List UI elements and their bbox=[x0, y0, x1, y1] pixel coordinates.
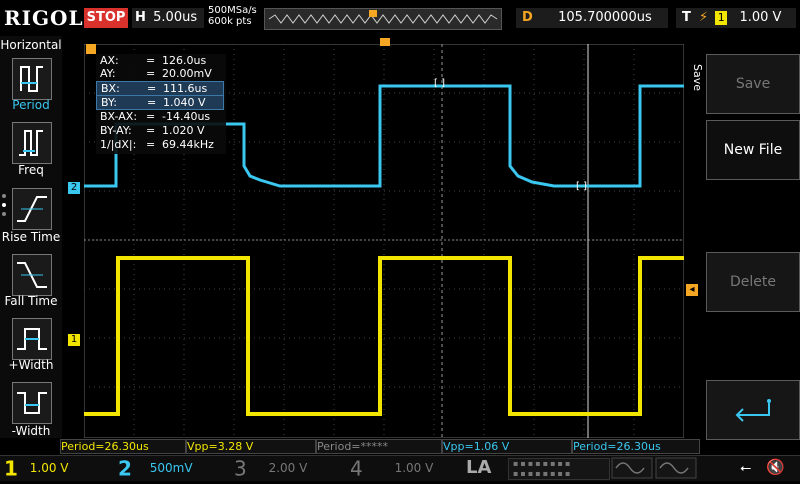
fall-time-label: Fall Time bbox=[4, 294, 58, 308]
cursor-a-marker: [ ] bbox=[576, 181, 587, 192]
timebase-value: 5.00us bbox=[153, 10, 198, 25]
horizontal-center-marker bbox=[380, 38, 390, 46]
ch4-scale: 1.00 V bbox=[394, 461, 434, 475]
freq-label: Freq bbox=[18, 163, 44, 177]
delay-display[interactable]: D 105.700000us bbox=[516, 8, 668, 28]
ch2-number: 2 bbox=[118, 456, 132, 481]
measure-period-invalid[interactable]: Period=***** bbox=[316, 439, 442, 454]
rise-time-button[interactable] bbox=[12, 188, 52, 230]
ch1-scale: 1.00 V bbox=[29, 461, 69, 475]
usb-icon: ⭠ bbox=[740, 460, 752, 476]
acquisition-info: 500MSa/s 600k pts bbox=[208, 5, 257, 27]
memory-overview-strip[interactable] bbox=[264, 8, 502, 30]
period-label: Period bbox=[12, 98, 50, 112]
fall-time-icon bbox=[17, 262, 47, 288]
sine-wave-icon bbox=[611, 457, 697, 479]
sample-rate: 500MSa/s bbox=[208, 5, 257, 16]
rise-time-label: Rise Time bbox=[1, 230, 61, 244]
cursor-row-by: BY: = 1.040 V bbox=[96, 95, 224, 110]
delete-button[interactable]: Delete bbox=[706, 252, 800, 312]
positive-width-button[interactable] bbox=[12, 318, 52, 360]
ch1-settings[interactable]: 1 1.00 V bbox=[4, 456, 114, 481]
negative-width-label: -Width bbox=[11, 424, 51, 438]
fall-time-button[interactable] bbox=[12, 254, 52, 296]
cursor-readout-panel: AX: = 126.0us AY: = 20.00mV BX: = 111.6us BY: =… bbox=[96, 54, 226, 154]
menu-page-indicator bbox=[2, 194, 8, 234]
memory-waveform-icon bbox=[268, 10, 498, 24]
trigger-position-marker[interactable] bbox=[86, 44, 96, 54]
trigger-level-marker[interactable]: ◂ bbox=[686, 284, 698, 296]
cursor-row-ay: AY: = 20.00mV bbox=[100, 67, 212, 80]
memory-depth: 600k pts bbox=[208, 16, 252, 27]
positive-width-label: +Width bbox=[8, 358, 54, 372]
ch4-number: 4 bbox=[350, 456, 363, 481]
menu-section-label: Save bbox=[691, 64, 704, 92]
timebase-display[interactable]: H 5.00us bbox=[132, 8, 204, 28]
ch3-number: 3 bbox=[234, 456, 247, 481]
ch3-settings[interactable]: 3 2.00 V bbox=[234, 456, 344, 481]
ch4-settings[interactable]: 4 1.00 V bbox=[350, 456, 460, 481]
measure-ch1-period[interactable]: Period=26.30us bbox=[60, 439, 186, 454]
speaker-mute-icon[interactable]: 🔇 bbox=[766, 458, 785, 476]
measure-ch2-vpp[interactable]: Vpp=1.06 V bbox=[442, 439, 572, 454]
run-stop-button[interactable]: STOP bbox=[84, 8, 128, 28]
ch2-offset-marker[interactable]: 2 bbox=[68, 182, 80, 194]
measure-ch1-vpp[interactable]: Vpp=3.28 V bbox=[186, 439, 316, 454]
menu-title: Horizontal bbox=[0, 38, 62, 52]
negative-width-button[interactable] bbox=[12, 382, 52, 424]
trigger-key: T bbox=[682, 10, 691, 25]
ch3-scale: 2.00 V bbox=[268, 461, 308, 475]
cursor-row-bx-ax: BX-AX: = -14.40us bbox=[100, 110, 211, 123]
new-file-button[interactable]: New File bbox=[706, 120, 800, 180]
return-button[interactable] bbox=[706, 380, 800, 440]
math-waveform-icons[interactable] bbox=[610, 456, 700, 480]
cursor-row-inv-dx: 1/|dX|: = 69.44kHz bbox=[100, 138, 214, 151]
timebase-key: H bbox=[135, 10, 146, 25]
frequency-icon bbox=[19, 130, 43, 156]
logic-analyzer-button[interactable]: LA bbox=[466, 456, 506, 480]
delay-key: D bbox=[522, 10, 533, 25]
freq-button[interactable] bbox=[12, 122, 52, 164]
ch2-settings[interactable]: 2 500mV bbox=[118, 456, 228, 481]
measure-ch2-period[interactable]: Period=26.30us bbox=[572, 439, 700, 454]
rise-time-icon bbox=[17, 196, 47, 222]
ch1-offset-marker[interactable]: 1 bbox=[68, 334, 80, 346]
trigger-level: 1.00 V bbox=[739, 10, 782, 25]
ch1-number: 1 bbox=[4, 456, 18, 481]
brand-logo: RIGOL bbox=[4, 6, 84, 30]
cursor-row-ax: AX: = 126.0us bbox=[100, 54, 207, 67]
digital-channels-grid: ▪▪▪▪▪▪▪▪ ▪▪▪▪▪▪▪▪ bbox=[508, 458, 610, 480]
trigger-edge-icon: ⚡ bbox=[699, 10, 709, 25]
cursor-b-marker: [ ] bbox=[434, 78, 445, 89]
return-arrow-icon bbox=[735, 399, 771, 422]
save-button[interactable]: Save bbox=[706, 54, 800, 114]
negative-width-icon bbox=[17, 392, 47, 414]
trigger-display[interactable]: T ⚡ 1 1.00 V bbox=[676, 8, 796, 28]
ch2-scale: 500mV bbox=[149, 461, 193, 475]
period-icon bbox=[20, 66, 43, 92]
cursor-row-bx: BX: = 111.6us bbox=[96, 81, 224, 96]
delay-value: 105.700000us bbox=[558, 10, 652, 25]
positive-width-icon bbox=[17, 328, 47, 350]
period-button[interactable] bbox=[12, 58, 52, 100]
trigger-source: 1 bbox=[715, 11, 728, 25]
cursor-row-by-ay: BY-AY: = 1.020 V bbox=[100, 124, 205, 137]
